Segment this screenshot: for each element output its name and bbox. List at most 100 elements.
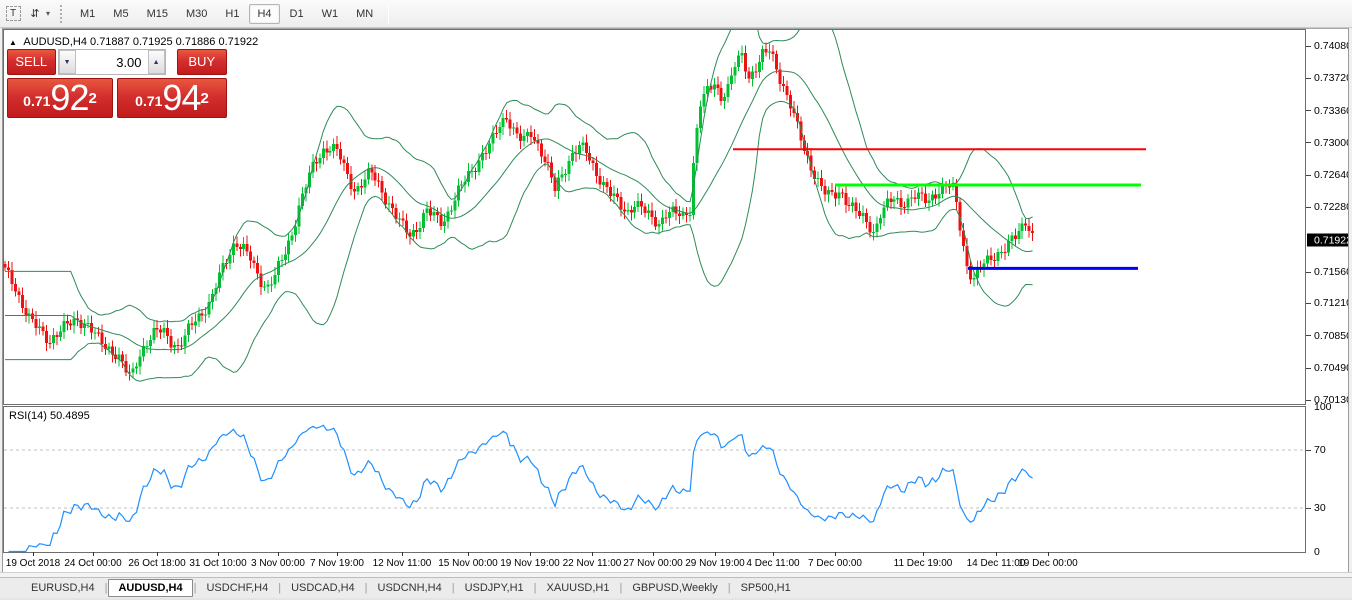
time-axis-tick: [653, 552, 654, 556]
price-axis-label: 0.71210: [1314, 297, 1352, 309]
timeframe-button-m15[interactable]: M15: [139, 4, 176, 24]
time-axis-tick: [773, 552, 774, 556]
rsi-axis-tick: [1306, 450, 1311, 451]
volume-spinner: ▼ 3.00 ▲: [58, 49, 166, 75]
price-axis-label: 0.70490: [1314, 362, 1352, 374]
time-axis-label: 3 Nov 00:00: [251, 558, 305, 569]
time-axis-tick: [218, 552, 219, 556]
timeframe-button-d1[interactable]: D1: [282, 4, 312, 24]
buy-price-sup: 2: [200, 79, 208, 119]
price-axis-tick: [1306, 46, 1311, 47]
timeframe-buttons: M1M5M15M30H1H4D1W1MN: [71, 8, 382, 20]
time-axis: 19 Oct 201824 Oct 00:0026 Oct 18:0031 Oc…: [0, 552, 1306, 573]
tab-separator: |: [534, 582, 537, 594]
rsi-axis-label: 100: [1314, 401, 1332, 413]
symbol-name: AUDUSD,H4: [23, 36, 87, 48]
tab-separator: |: [278, 582, 281, 594]
tab-separator: |: [728, 582, 731, 594]
tab-separator: |: [365, 582, 368, 594]
timeframe-button-mn[interactable]: MN: [348, 4, 381, 24]
tool-dropdown-caret-icon[interactable]: ▾: [46, 9, 50, 18]
volume-decrease-button[interactable]: ▼: [59, 50, 76, 74]
time-axis-tick: [33, 552, 34, 556]
price-axis-label: 0.74080: [1314, 40, 1352, 52]
timeframe-button-m5[interactable]: M5: [105, 4, 136, 24]
time-axis-label: 19 Oct 2018: [6, 558, 60, 569]
price-axis-tick: [1306, 303, 1311, 304]
chart-symbol-header: ▲ AUDUSD,H4 0.71887 0.71925 0.71886 0.71…: [9, 36, 258, 48]
chart-window: ▲ AUDUSD,H4 0.71887 0.71925 0.71886 0.71…: [0, 28, 1352, 572]
time-axis-tick: [923, 552, 924, 556]
price-axis: 0.740800.737200.733600.730000.726400.722…: [1306, 30, 1352, 405]
time-axis-tick: [337, 552, 338, 556]
time-axis-label: 19 Dec 00:00: [1018, 558, 1078, 569]
time-axis-label: 15 Nov 00:00: [438, 558, 498, 569]
chart-tab-sp500[interactable]: SP500,H1: [732, 580, 800, 596]
time-axis-label: 26 Oct 18:00: [128, 558, 185, 569]
price-axis-tick: [1306, 335, 1311, 336]
time-axis-label: 19 Nov 19:00: [500, 558, 560, 569]
price-axis-label: 0.73000: [1314, 137, 1352, 149]
chart-tab-eurusd[interactable]: EURUSD,H4: [22, 580, 104, 596]
window-right-edge: [1348, 28, 1352, 572]
buy-price-prefix: 0.71: [135, 88, 162, 114]
sell-price-sup: 2: [88, 79, 96, 119]
time-axis-tick: [157, 552, 158, 556]
price-axis-label: 0.73360: [1314, 105, 1352, 117]
timeframe-button-w1[interactable]: W1: [314, 4, 347, 24]
time-axis-label: 7 Dec 00:00: [808, 558, 862, 569]
rsi-indicator-chart[interactable]: [0, 406, 1352, 553]
rsi-axis-label: 0: [1314, 546, 1320, 558]
time-axis-tick: [1048, 552, 1049, 556]
time-axis-label: 4 Dec 11:00: [746, 558, 799, 569]
rsi-label: RSI(14) 50.4895: [9, 410, 90, 422]
chart-tab-usdchf[interactable]: USDCHF,H4: [197, 580, 277, 596]
time-axis-tick: [530, 552, 531, 556]
ohlc-values: 0.71887 0.71925 0.71886 0.71922: [90, 36, 258, 48]
toolbar-grip[interactable]: [60, 5, 65, 23]
time-axis-label: 7 Nov 19:00: [310, 558, 364, 569]
rsi-axis: 10070300: [1306, 406, 1352, 553]
time-axis-label: 14 Dec 11:00: [967, 558, 1026, 569]
chart-tab-usdcnh[interactable]: USDCNH,H4: [369, 580, 451, 596]
time-axis-label: 12 Nov 11:00: [373, 558, 432, 569]
time-axis-tick: [468, 552, 469, 556]
time-axis-label: 27 Nov 00:00: [623, 558, 683, 569]
timeframe-button-h4[interactable]: H4: [249, 4, 279, 24]
collapse-panel-icon[interactable]: ▲: [9, 38, 17, 47]
sell-price-box[interactable]: 0.71 92 2: [7, 78, 113, 118]
buy-price-box[interactable]: 0.71 94 2: [117, 78, 227, 118]
time-axis-tick: [592, 552, 593, 556]
volume-increase-button[interactable]: ▲: [148, 50, 165, 74]
sell-button[interactable]: SELL: [7, 49, 56, 75]
tab-separator: |: [194, 582, 197, 594]
rsi-axis-label: 70: [1314, 444, 1326, 456]
volume-input[interactable]: 3.00: [76, 50, 148, 74]
top-toolbar: T ⇵ ▾ M1M5M15M30H1H4D1W1MN: [0, 0, 1352, 28]
timeframe-button-m1[interactable]: M1: [72, 4, 103, 24]
sell-price-prefix: 0.71: [23, 88, 50, 114]
time-axis-label: 11 Dec 19:00: [894, 558, 953, 569]
text-tool-icon[interactable]: T: [4, 5, 22, 23]
time-axis-tick: [93, 552, 94, 556]
tab-separator: |: [105, 582, 108, 594]
chart-tab-xauusd[interactable]: XAUUSD,H1: [538, 580, 619, 596]
cycle-lines-tool-icon[interactable]: ⇵: [26, 5, 44, 23]
price-axis-tick: [1306, 207, 1311, 208]
price-axis-tick: [1306, 400, 1311, 401]
chart-tab-usdcad[interactable]: USDCAD,H4: [282, 580, 364, 596]
buy-button[interactable]: BUY: [177, 49, 227, 75]
chart-tab-gbpusd[interactable]: GBPUSD,Weekly: [623, 580, 726, 596]
tab-separator: |: [620, 582, 623, 594]
timeframe-button-h1[interactable]: H1: [217, 4, 247, 24]
buy-price-big: 94: [162, 82, 200, 114]
price-axis-label: 0.72640: [1314, 169, 1352, 181]
time-axis-label: 24 Oct 00:00: [64, 558, 121, 569]
chart-tab-usdjpy[interactable]: USDJPY,H1: [456, 580, 533, 596]
time-axis-label: 22 Nov 11:00: [563, 558, 622, 569]
one-click-trading-panel: SELL ▼ 3.00 ▲ BUY 0.71 92 2 0.71 94 2: [7, 49, 227, 118]
chart-tab-audusd[interactable]: AUDUSD,H4: [108, 579, 192, 597]
time-axis-label: 29 Nov 19:00: [685, 558, 745, 569]
time-axis-tick: [278, 552, 279, 556]
timeframe-button-m30[interactable]: M30: [178, 4, 215, 24]
